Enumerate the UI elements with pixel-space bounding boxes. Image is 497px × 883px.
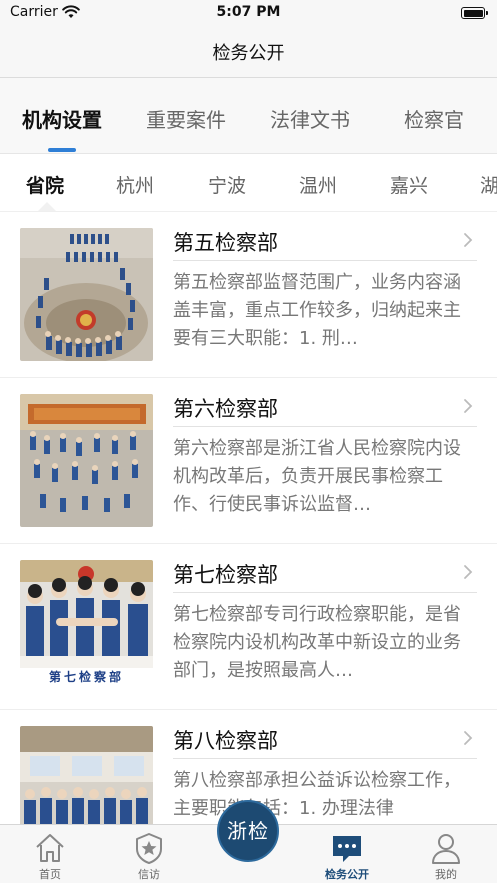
badge-star-icon: [136, 833, 162, 864]
item-description: 第八检察部承担公益诉讼检察工作，主要职能包括：1. 办理法律: [173, 770, 461, 819]
department-photo: [20, 394, 153, 527]
item-description: 第七检察部专司行政检察职能，是省检察院内设机构改革中新设立的业务部门，是按照最高…: [173, 604, 461, 681]
department-photo: [20, 726, 153, 824]
tab-procuratorial-affairs[interactable]: 检务公开: [307, 825, 387, 883]
region-tab-caret: [38, 202, 56, 211]
status-time: 5:07 PM: [216, 4, 281, 20]
department-list: 第五检察部 第五检察部监督范围广，业务内容涵盖丰富，重点工作较多，归纳起来主要有…: [0, 212, 497, 824]
department-photo: [20, 228, 153, 361]
item-title: 第五检察部: [173, 231, 278, 255]
photo-caption: 第七检察部: [48, 670, 124, 684]
item-title: 第七检察部: [173, 563, 278, 587]
item-title: 第六检察部: [173, 397, 278, 421]
chevron-right-icon: [464, 399, 473, 413]
item-description: 第六检察部是浙江省人民检察院内设机构改革后，负责开展民事检察工作、行使民事诉讼监…: [173, 438, 461, 515]
user-icon: [432, 834, 460, 864]
region-tab-ningbo[interactable]: 宁波: [208, 171, 246, 198]
tab-legal-documents[interactable]: 法律文书: [270, 104, 350, 133]
tab-home-label: 首页: [39, 868, 61, 881]
region-tab-wenzhou[interactable]: 温州: [299, 171, 337, 198]
tab-prosecutors[interactable]: 检察官: [404, 104, 464, 133]
item-description: 第五检察部监督范围广，业务内容涵盖丰富，重点工作较多，归纳起来主要有三大职能：1…: [173, 272, 461, 349]
tab-petition[interactable]: 信访: [109, 825, 189, 883]
tab-petition-label: 信访: [138, 868, 160, 881]
department-photo: 第七检察部: [20, 560, 153, 693]
list-item[interactable]: 第五检察部 第五检察部监督范围广，业务内容涵盖丰富，重点工作较多，归纳起来主要有…: [0, 212, 497, 378]
center-logo-button[interactable]: 浙检: [217, 800, 279, 862]
chat-bubble-icon: [333, 836, 361, 862]
divider: [173, 426, 477, 427]
divider: [173, 758, 477, 759]
item-title: 第八检察部: [173, 729, 278, 753]
home-icon: [36, 834, 64, 862]
tab-procuratorial-affairs-label: 检务公开: [325, 868, 369, 881]
navigation-bar: 检务公开: [0, 26, 497, 78]
region-tab-jiaxing[interactable]: 嘉兴: [390, 171, 428, 198]
region-tab-huzhou[interactable]: 湖: [480, 171, 497, 198]
chevron-right-icon: [464, 233, 473, 247]
chevron-right-icon: [464, 565, 473, 579]
status-bar: Carrier 5:07 PM: [0, 0, 497, 26]
battery-icon: [461, 7, 488, 19]
primary-tabs: 机构设置 重要案件 法律文书 检察官: [0, 78, 497, 154]
tab-home[interactable]: 首页: [10, 825, 90, 883]
tab-institution-setup[interactable]: 机构设置: [22, 104, 102, 133]
list-item[interactable]: 第六检察部 第六检察部是浙江省人民检察院内设机构改革后，负责开展民事检察工作、行…: [0, 378, 497, 544]
tab-profile-label: 我的: [435, 868, 457, 881]
divider: [173, 592, 477, 593]
tab-profile[interactable]: 我的: [406, 825, 486, 883]
region-tab-province[interactable]: 省院: [26, 171, 64, 198]
region-tabs: 省院 杭州 宁波 温州 嘉兴 湖: [0, 154, 497, 212]
region-tab-hangzhou[interactable]: 杭州: [116, 171, 154, 198]
divider: [173, 260, 477, 261]
chevron-right-icon: [464, 731, 473, 745]
active-tab-indicator: [48, 148, 76, 152]
page-title: 检务公开: [212, 43, 285, 64]
list-item[interactable]: 第七检察部 第七检察部 第七检察部专司行政检察职能，是省检察院内设机构改革中新设…: [0, 544, 497, 710]
tab-important-cases[interactable]: 重要案件: [146, 104, 226, 133]
